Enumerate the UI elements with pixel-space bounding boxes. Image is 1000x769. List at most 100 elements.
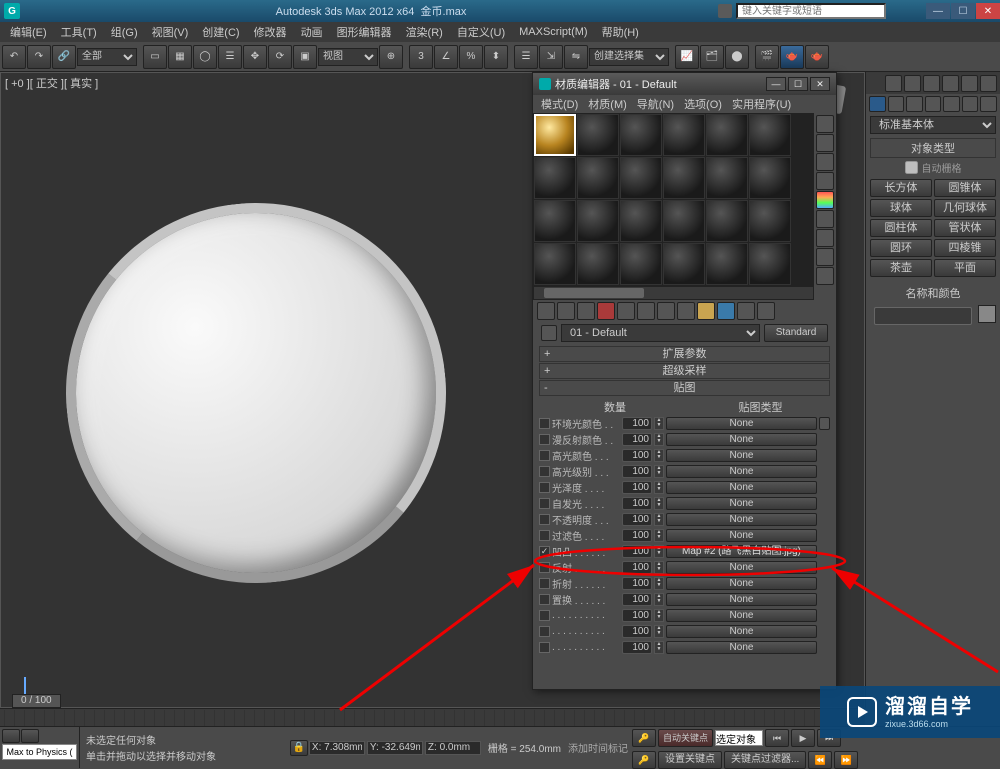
map-slot-button-9[interactable]: None xyxy=(666,561,817,574)
put-to-scene-icon[interactable] xyxy=(557,302,575,320)
map-slot-button-0[interactable]: None xyxy=(666,417,817,430)
material-slot-17[interactable] xyxy=(749,200,791,242)
map-spinner-12[interactable]: ▲▼ xyxy=(654,609,664,622)
mat-menu-mode[interactable]: 模式(D) xyxy=(537,96,582,112)
primitive-3-1[interactable]: 四棱锥 xyxy=(934,239,996,257)
menu-views[interactable]: 视图(V) xyxy=(146,23,195,41)
map-spinner-2[interactable]: ▲▼ xyxy=(654,449,664,462)
map-spinner-7[interactable]: ▲▼ xyxy=(654,529,664,542)
map-checkbox-10[interactable] xyxy=(539,578,550,589)
primitive-4-1[interactable]: 平面 xyxy=(934,259,996,277)
map-slot-button-3[interactable]: None xyxy=(666,465,817,478)
tab-create[interactable] xyxy=(885,75,902,92)
material-slot-5[interactable] xyxy=(749,114,791,156)
video-color-check-icon[interactable] xyxy=(816,191,834,209)
select-rect-icon[interactable]: ▦ xyxy=(168,45,192,69)
map-slot-button-4[interactable]: None xyxy=(666,481,817,494)
map-checkbox-6[interactable] xyxy=(539,514,550,525)
primitive-0-1[interactable]: 圆锥体 xyxy=(934,179,996,197)
map-amount-7[interactable]: 100 xyxy=(622,529,652,542)
slots-hscroll[interactable] xyxy=(533,286,814,300)
background-icon[interactable] xyxy=(816,153,834,171)
add-time-tag[interactable]: 添加时间标记 xyxy=(568,740,628,755)
tab-utilities[interactable] xyxy=(980,75,997,92)
lights-icon[interactable] xyxy=(906,96,923,112)
key-filters-input[interactable] xyxy=(715,730,763,746)
map-amount-5[interactable]: 100 xyxy=(622,497,652,510)
map-amount-9[interactable]: 100 xyxy=(622,561,652,574)
map-checkbox-4[interactable] xyxy=(539,482,550,493)
map-spinner-10[interactable]: ▲▼ xyxy=(654,577,664,590)
shapes-icon[interactable] xyxy=(888,96,905,112)
map-lock-0[interactable] xyxy=(819,417,830,430)
minimize-button[interactable]: — xyxy=(926,3,950,19)
material-slot-13[interactable] xyxy=(577,200,619,242)
set-key-button[interactable]: 设置关键点 xyxy=(658,751,722,769)
material-slot-18[interactable] xyxy=(534,243,576,285)
tab-motion[interactable] xyxy=(942,75,959,92)
viewport-label[interactable]: [ +0 ][ 正交 ][ 真实 ] xyxy=(5,75,98,91)
sample-uv-icon[interactable] xyxy=(816,172,834,190)
map-slot-button-8[interactable]: Map #2 (路飞黑白贴图.jpg) xyxy=(666,545,817,558)
material-slot-0[interactable] xyxy=(534,114,576,156)
menu-render[interactable]: 渲染(R) xyxy=(400,23,449,41)
goto-end-button[interactable]: ⏩ xyxy=(834,751,858,769)
script-mini-icon[interactable] xyxy=(2,729,20,743)
rollout-maps[interactable]: -贴图 xyxy=(539,380,830,396)
go-forward-icon[interactable] xyxy=(757,302,775,320)
map-amount-3[interactable]: 100 xyxy=(622,465,652,478)
make-unique-icon[interactable] xyxy=(637,302,655,320)
menu-maxscript[interactable]: MAXScript(M) xyxy=(513,25,593,39)
teapot-icon[interactable]: 🫖 xyxy=(805,45,829,69)
mat-minimize[interactable]: — xyxy=(766,77,786,91)
map-slot-button-13[interactable]: None xyxy=(666,625,817,638)
select-button[interactable]: ▭ xyxy=(143,45,167,69)
object-name-input[interactable] xyxy=(874,307,972,325)
material-map-nav-icon[interactable] xyxy=(816,267,834,285)
primitives-dropdown[interactable]: 标准基本体 xyxy=(870,116,996,134)
map-spinner-6[interactable]: ▲▼ xyxy=(654,513,664,526)
material-editor-button[interactable]: ⬤ xyxy=(725,45,749,69)
material-slot-16[interactable] xyxy=(706,200,748,242)
object-color-swatch[interactable] xyxy=(978,305,996,323)
tab-modify[interactable] xyxy=(904,75,921,92)
mat-menu-nav[interactable]: 导航(N) xyxy=(633,96,678,112)
show-end-result-icon[interactable] xyxy=(717,302,735,320)
z-coord-input[interactable] xyxy=(425,741,481,755)
object-type-rollout[interactable]: 对象类型 xyxy=(870,138,996,158)
map-amount-4[interactable]: 100 xyxy=(622,481,652,494)
map-slot-button-1[interactable]: None xyxy=(666,433,817,446)
map-amount-8[interactable]: 100 xyxy=(622,545,652,558)
rollout-supersampling[interactable]: +超级采样 xyxy=(539,363,830,379)
menu-edit[interactable]: 编辑(E) xyxy=(4,23,53,41)
map-checkbox-14[interactable] xyxy=(539,642,550,653)
primitive-1-0[interactable]: 球体 xyxy=(870,199,932,217)
map-spinner-3[interactable]: ▲▼ xyxy=(654,465,664,478)
map-slot-button-11[interactable]: None xyxy=(666,593,817,606)
material-slot-6[interactable] xyxy=(534,157,576,199)
align-button[interactable]: ⇲ xyxy=(539,45,563,69)
map-amount-6[interactable]: 100 xyxy=(622,513,652,526)
primitive-0-0[interactable]: 长方体 xyxy=(870,179,932,197)
geometry-icon[interactable] xyxy=(869,96,886,112)
select-name-icon[interactable]: ☰ xyxy=(218,45,242,69)
schematic-view[interactable]: 🗂 xyxy=(700,45,724,69)
rotate-button[interactable]: ⟳ xyxy=(268,45,292,69)
menu-tools[interactable]: 工具(T) xyxy=(55,23,103,41)
map-spinner-4[interactable]: ▲▼ xyxy=(654,481,664,494)
material-slot-4[interactable] xyxy=(706,114,748,156)
material-slot-7[interactable] xyxy=(577,157,619,199)
map-amount-11[interactable]: 100 xyxy=(622,593,652,606)
material-slot-9[interactable] xyxy=(663,157,705,199)
link-button[interactable]: 🔗 xyxy=(52,45,76,69)
material-slot-3[interactable] xyxy=(663,114,705,156)
systems-icon[interactable] xyxy=(980,96,997,112)
map-checkbox-1[interactable] xyxy=(539,434,550,445)
material-slot-20[interactable] xyxy=(620,243,662,285)
make-preview-icon[interactable] xyxy=(816,210,834,228)
x-coord-input[interactable] xyxy=(309,741,365,755)
material-slot-1[interactable] xyxy=(577,114,619,156)
map-amount-1[interactable]: 100 xyxy=(622,433,652,446)
named-sel-dropdown[interactable]: 创建选择集 xyxy=(589,48,669,66)
tab-hierarchy[interactable] xyxy=(923,75,940,92)
